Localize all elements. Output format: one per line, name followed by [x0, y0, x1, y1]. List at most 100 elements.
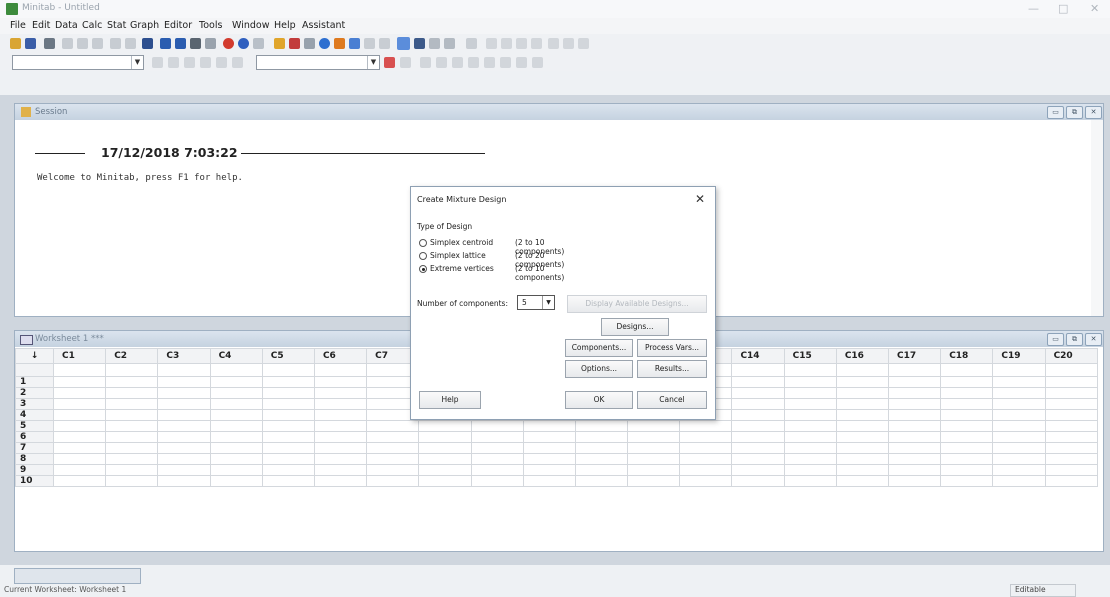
data-cell[interactable] — [418, 442, 472, 454]
data-cell[interactable] — [940, 464, 994, 476]
data-cell[interactable] — [52, 420, 107, 432]
column-name-cell[interactable] — [992, 363, 1046, 377]
row-header[interactable]: 9 — [15, 464, 54, 476]
data-cell[interactable] — [261, 442, 315, 454]
data-cell[interactable] — [157, 387, 211, 399]
results-button[interactable]: Results... — [637, 360, 707, 378]
data-cell[interactable] — [470, 453, 524, 465]
paste-icon[interactable] — [92, 38, 103, 49]
row-header[interactable]: 7 — [15, 442, 54, 454]
restore-icon[interactable]: ⧉ — [1066, 333, 1083, 346]
data-cell[interactable] — [783, 398, 837, 410]
data-cell[interactable] — [209, 420, 263, 432]
history-icon[interactable] — [334, 38, 345, 49]
minimized-windows[interactable] — [14, 568, 141, 584]
data-cell[interactable] — [209, 376, 263, 388]
layout-icon[interactable] — [379, 38, 390, 49]
open-icon[interactable] — [10, 38, 21, 49]
data-cell[interactable] — [731, 453, 785, 465]
data-cell[interactable] — [679, 475, 733, 487]
active-tool-icon[interactable] — [397, 37, 410, 50]
data-cell[interactable] — [470, 442, 524, 454]
label-icon[interactable] — [516, 38, 527, 49]
column-header-corner[interactable]: ↓ — [15, 348, 54, 364]
data-cell[interactable] — [157, 442, 211, 454]
data-cell[interactable] — [887, 387, 942, 399]
data-cell[interactable] — [887, 464, 942, 476]
column-name-cell[interactable] — [940, 363, 994, 377]
data-cell[interactable] — [992, 387, 1046, 399]
row-header[interactable]: 5 — [15, 420, 54, 432]
data-cell[interactable] — [1044, 409, 1098, 421]
row-header[interactable]: 6 — [15, 431, 54, 443]
data-cell[interactable] — [835, 420, 890, 432]
data-cell[interactable] — [783, 420, 837, 432]
data-cell[interactable] — [105, 431, 159, 443]
data-cell[interactable] — [470, 475, 524, 487]
data-cell[interactable] — [783, 387, 837, 399]
menu-file[interactable]: File — [10, 20, 26, 31]
menu-editor[interactable]: Editor — [164, 20, 192, 31]
row-header[interactable]: 4 — [15, 409, 54, 421]
data-cell[interactable] — [1044, 376, 1098, 388]
data-cell[interactable] — [992, 442, 1046, 454]
data-cell[interactable] — [992, 409, 1046, 421]
column-name-cell[interactable] — [887, 363, 942, 377]
maximize-button[interactable]: □ — [1058, 2, 1068, 15]
data-cell[interactable] — [418, 420, 472, 432]
radio-icon[interactable] — [419, 252, 427, 260]
filter-icon[interactable] — [216, 57, 227, 68]
dialog-icon[interactable] — [444, 38, 455, 49]
arrow-up-icon[interactable] — [160, 38, 171, 49]
data-cell[interactable] — [731, 442, 785, 454]
cut-icon[interactable] — [62, 38, 73, 49]
line-draw-icon[interactable] — [484, 57, 495, 68]
data-cell[interactable] — [731, 420, 785, 432]
report-icon[interactable] — [349, 38, 360, 49]
data-cell[interactable] — [157, 376, 211, 388]
data-cell[interactable] — [52, 431, 107, 443]
data-cell[interactable] — [157, 475, 211, 487]
undo-icon[interactable] — [110, 38, 121, 49]
data-cell[interactable] — [522, 453, 576, 465]
data-cell[interactable] — [887, 475, 942, 487]
data-cell[interactable] — [783, 376, 837, 388]
data-cell[interactable] — [627, 475, 681, 487]
close-icon[interactable]: ✕ — [695, 192, 705, 206]
cancel-icon[interactable] — [223, 38, 234, 49]
data-cell[interactable] — [261, 376, 315, 388]
pen-tool-icon[interactable] — [184, 57, 195, 68]
data-cell[interactable] — [470, 431, 524, 443]
data-cell[interactable] — [1044, 420, 1098, 432]
copy-icon[interactable] — [77, 38, 88, 49]
rectangle-tool-icon[interactable] — [452, 57, 463, 68]
data-cell[interactable] — [261, 431, 315, 443]
column-name-cell[interactable] — [261, 363, 315, 377]
data-cell[interactable] — [157, 453, 211, 465]
data-cell[interactable] — [418, 453, 472, 465]
redo-icon[interactable] — [125, 38, 136, 49]
annotation-icon[interactable] — [152, 57, 163, 68]
data-cell[interactable] — [940, 398, 994, 410]
data-cell[interactable] — [783, 409, 837, 421]
data-cell[interactable] — [522, 431, 576, 443]
find-icon[interactable] — [190, 38, 201, 49]
data-cell[interactable] — [209, 453, 263, 465]
data-cell[interactable] — [627, 420, 681, 432]
data-cell[interactable] — [679, 453, 733, 465]
data-cell[interactable] — [679, 464, 733, 476]
data-cell[interactable] — [52, 475, 107, 487]
menu-assistant[interactable]: Assistant — [302, 20, 345, 31]
data-cell[interactable] — [574, 420, 629, 432]
data-cell[interactable] — [313, 409, 368, 421]
radio-simplex-lattice[interactable]: Simplex lattice (2 to 20 components) — [419, 251, 564, 269]
data-cell[interactable] — [627, 453, 681, 465]
data-cell[interactable] — [261, 409, 315, 421]
data-cell[interactable] — [887, 420, 942, 432]
cancel-button[interactable]: Cancel — [637, 391, 707, 409]
data-cell[interactable] — [52, 398, 107, 410]
column-header[interactable]: C14 — [731, 348, 785, 364]
column-header[interactable]: C1 — [52, 348, 107, 364]
new-worksheet-icon[interactable] — [364, 38, 375, 49]
graph-element-combo[interactable]: ▼ — [256, 55, 380, 70]
